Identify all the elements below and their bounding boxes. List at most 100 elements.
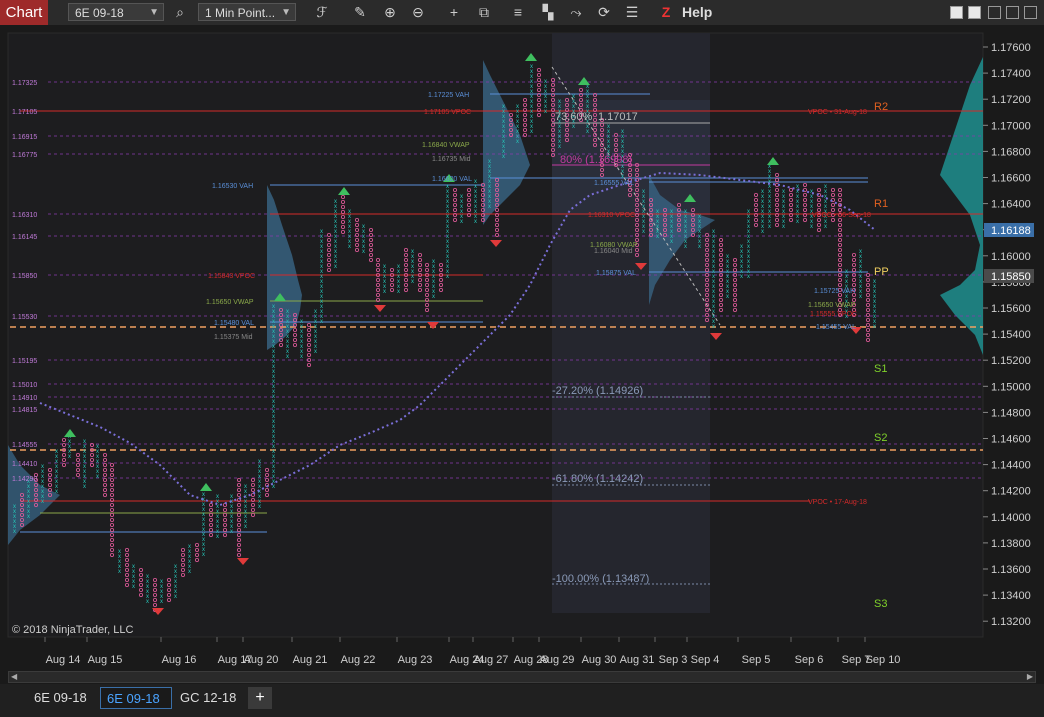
price-axis[interactable]: 1.17600 1.17400 1.17200 1.17000 1.16800 1.166…: [983, 42, 1031, 628]
date-tick-label: Aug 15: [88, 654, 123, 666]
last-price-text: 1.15850: [991, 271, 1031, 283]
pivot-r1: R1: [874, 198, 888, 210]
chart-canvas[interactable]: xxxxxxxxxxxxxxxxxxxxxxxxxxxxxxxxxxxxxxxx…: [0, 25, 1044, 671]
date-tick-label: Aug 29: [540, 654, 575, 666]
left-level-label: 1.16145: [12, 234, 37, 241]
close-icon[interactable]: [1024, 6, 1037, 19]
pf-x-box: x: [96, 474, 99, 480]
window-pin-icon[interactable]: [968, 6, 981, 19]
refresh-icon[interactable]: ⟳: [594, 3, 614, 21]
pf-x-box: x: [300, 354, 303, 360]
price-tick-label: 1.14600: [991, 434, 1031, 446]
date-tick-label: Aug 16: [162, 654, 197, 666]
period-value: 1 Min Point...: [205, 6, 276, 20]
val-label-1: 1.15480 VAL: [214, 320, 254, 327]
vpoc-label-5: 1.15555 VPOC: [810, 311, 857, 318]
pf-x-box: x: [873, 324, 876, 330]
pf-x-box: x: [502, 154, 505, 160]
pf-x-box: x: [230, 529, 233, 535]
pf-x-box: x: [726, 294, 729, 300]
pf-x-box: x: [670, 239, 673, 245]
price-tick-label: 1.15200: [991, 355, 1031, 367]
pivot-s1: S1: [874, 363, 887, 375]
fib-label-80: 80% (1.16998): [560, 154, 632, 166]
crosshair-icon[interactable]: +: [444, 3, 464, 21]
pivot-pp: PP: [874, 266, 889, 278]
properties-list-icon[interactable]: ☰: [622, 3, 642, 21]
pf-x-box: x: [488, 204, 491, 210]
instrument-value: 6E 09-18: [75, 6, 124, 20]
pf-x-box: x: [314, 349, 317, 355]
price-tick-label: 1.16800: [991, 146, 1031, 158]
data-box-icon[interactable]: ⧉: [474, 3, 494, 21]
mid-label-3: 1.16040 Mid: [594, 248, 633, 255]
pf-x-box: x: [474, 219, 477, 225]
tab-6e-2[interactable]: 6E 09-18: [100, 687, 172, 709]
pivot-s2: S2: [874, 432, 887, 444]
val-label-5: 1.15455 VAL: [816, 324, 856, 331]
pf-x-box: x: [334, 264, 337, 270]
date-tick-label: Aug 30: [582, 654, 617, 666]
search-icon[interactable]: ⌕: [170, 3, 190, 21]
scroll-left-icon[interactable]: ◀: [11, 672, 17, 682]
zoom-out-icon[interactable]: ⊖: [408, 3, 428, 21]
minimize-icon[interactable]: [988, 6, 1001, 19]
copyright-text: © 2018 NinjaTrader, LLC: [12, 624, 133, 636]
period-selector[interactable]: 1 Min Point... ▼: [198, 3, 296, 21]
chevron-down-icon: ▼: [281, 7, 291, 18]
pf-x-box: x: [188, 569, 191, 575]
z-order-icon[interactable]: Z: [656, 3, 676, 21]
tab-gc[interactable]: GC 12-18: [174, 687, 246, 709]
price-tick-label: 1.13400: [991, 590, 1031, 602]
left-level-label: 1.14410: [12, 461, 37, 468]
price-tick-label: 1.14200: [991, 486, 1031, 498]
mid-label-1: 1.15375 Mid: [214, 334, 253, 341]
pf-x-box: x: [272, 484, 275, 490]
pf-x-box: x: [782, 224, 785, 230]
pf-x-box: x: [432, 294, 435, 300]
price-tick-label: 1.17400: [991, 68, 1031, 80]
strategy-icon[interactable]: ⤳: [566, 3, 586, 21]
pf-x-box: x: [397, 289, 400, 295]
left-level-label: 1.14555: [12, 442, 37, 449]
horizontal-scrollbar[interactable]: ◀ ▶: [8, 671, 1036, 683]
pf-x-box: x: [383, 289, 386, 295]
left-level-label: 1.16310: [12, 212, 37, 219]
vpoc-label-1: 1.15843 VPOC: [208, 273, 255, 280]
chart-title-tab[interactable]: Chart: [0, 0, 48, 25]
vah-label-5: 1.15725 VAH: [814, 288, 855, 295]
templates-icon[interactable]: ▚: [538, 3, 558, 21]
vpoc-note-1: VPOC • 31-Aug-18: [808, 109, 867, 116]
pf-x-box: x: [642, 229, 645, 235]
zoom-in-icon[interactable]: ⊕: [380, 3, 400, 21]
scroll-right-icon[interactable]: ▶: [1027, 672, 1033, 682]
pf-x-box: x: [13, 529, 16, 535]
instrument-selector[interactable]: 6E 09-18 ▼: [68, 3, 164, 21]
indicators-icon[interactable]: ℱ: [312, 3, 332, 21]
pf-x-box: x: [768, 224, 771, 230]
window-tile-icon[interactable]: [950, 6, 963, 19]
pf-x-box: x: [586, 129, 589, 135]
fib-label-272: -27.20% (1.14926): [552, 385, 643, 397]
pf-x-box: x: [132, 584, 135, 590]
tab-6e-1[interactable]: 6E 09-18: [28, 687, 96, 709]
left-level-label: 1.16915: [12, 134, 37, 141]
pf-x-box: x: [558, 144, 561, 150]
fib-label-736: 73.60%: [555, 111, 593, 123]
vah-label-2: 1.17225 VAH: [428, 92, 469, 99]
left-level-label: 1.15850: [12, 273, 37, 280]
date-tick-label: Sep 5: [742, 654, 771, 666]
help-button[interactable]: Help: [682, 0, 712, 25]
pf-x-box: x: [810, 224, 813, 230]
date-tick-label: Sep 4: [691, 654, 720, 666]
pf-x-box: x: [68, 454, 71, 460]
price-tick-label: 1.13200: [991, 616, 1031, 628]
pencil-icon[interactable]: ✎: [350, 3, 370, 21]
maximize-icon[interactable]: [1006, 6, 1019, 19]
price-tick-label: 1.13800: [991, 538, 1031, 550]
add-tab-button[interactable]: +: [248, 687, 272, 709]
bar-style-icon[interactable]: ≡: [508, 3, 528, 21]
pf-x-box: x: [530, 129, 533, 135]
date-tick-label: Sep 6: [795, 654, 824, 666]
val-label-4: 1.15875 VAL: [596, 270, 636, 277]
